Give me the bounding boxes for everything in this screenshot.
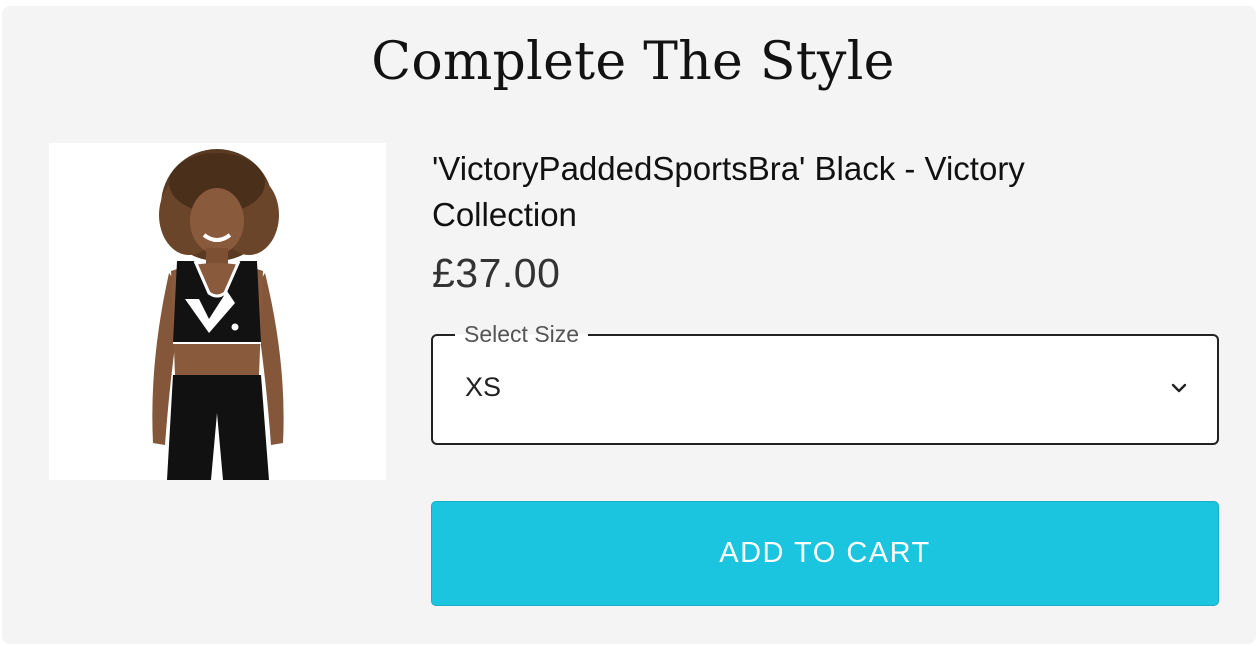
size-select-value: XS — [465, 372, 502, 402]
product-price: £37.00 — [432, 250, 561, 296]
chevron-down-icon — [1171, 383, 1187, 393]
size-select-label: Select Size — [455, 319, 589, 349]
product-name[interactable]: 'VictoryPaddedSportsBra' Black - Victory… — [432, 146, 1172, 238]
size-select[interactable]: Select Size XS — [431, 319, 1219, 445]
complete-the-style-panel: Complete The Style 'VictoryPaddedSportsB… — [2, 6, 1256, 644]
section-title: Complete The Style — [371, 32, 895, 92]
add-to-cart-button[interactable]: ADD TO CART — [431, 501, 1219, 606]
product-image[interactable] — [49, 143, 386, 480]
product-photo-illustration — [49, 143, 386, 480]
